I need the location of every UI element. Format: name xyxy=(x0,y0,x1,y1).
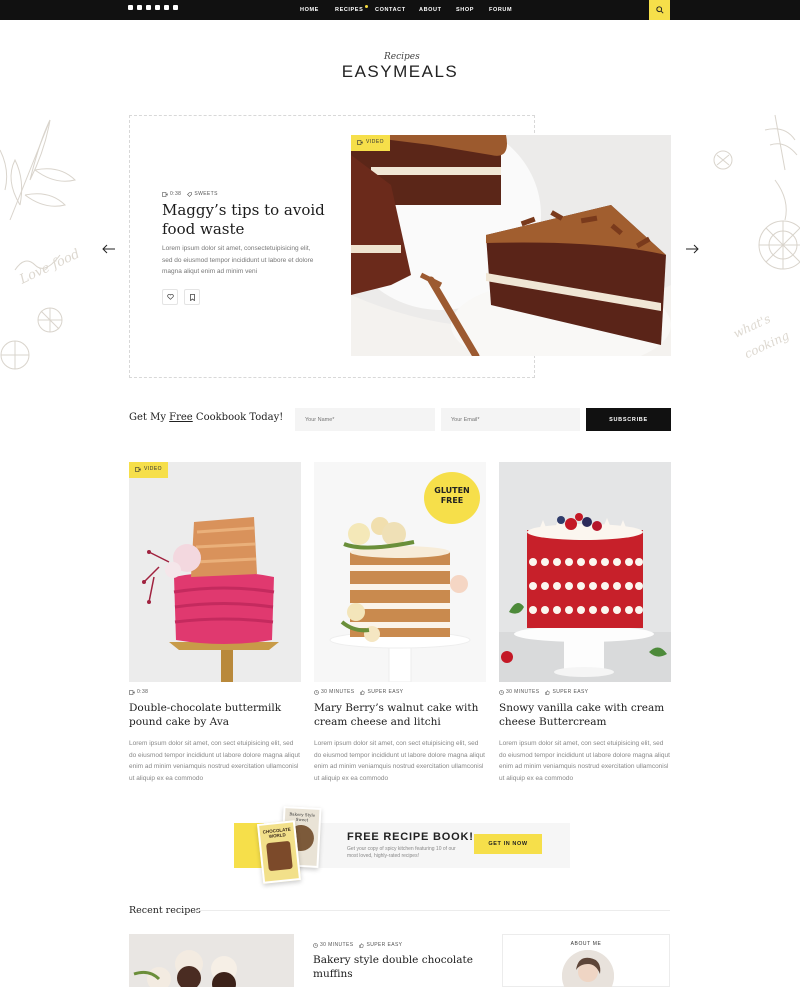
thumbs-up-icon xyxy=(360,689,366,695)
subscribe-button[interactable]: SUBSCRIBE xyxy=(586,408,671,431)
recent-recipes-heading: Recent recipes xyxy=(129,905,201,916)
email-input[interactable] xyxy=(441,408,580,431)
clock-icon xyxy=(314,689,319,695)
site-logo[interactable]: EASYMEALS xyxy=(0,62,800,82)
free-underlined: Free xyxy=(169,412,193,423)
recipe-title[interactable]: Mary Berry’s walnut cake with cream chee… xyxy=(314,701,486,729)
divider xyxy=(196,910,670,911)
video-icon xyxy=(162,191,168,197)
recipe-difficulty: SUPER EASY xyxy=(552,689,589,695)
instagram-icon[interactable] xyxy=(128,5,133,10)
arrow-right-icon[interactable] xyxy=(685,244,699,254)
pinterest-icon[interactable] xyxy=(155,5,160,10)
muffins-illustration xyxy=(129,934,294,987)
thumbs-up-icon xyxy=(359,942,365,948)
recipe-card-image[interactable]: VIDEO xyxy=(129,462,301,682)
rss-icon[interactable] xyxy=(164,5,169,10)
svg-text:Love food: Love food xyxy=(17,247,83,288)
tag-icon xyxy=(187,191,193,197)
recent-recipe-title[interactable]: Bakery style double chocolate muffins xyxy=(313,953,483,981)
nav-recipes[interactable]: RECIPES xyxy=(335,0,369,20)
about-me-widget: ABOUT ME xyxy=(502,934,670,987)
get-in-now-button[interactable]: GET IN NOW xyxy=(474,834,542,854)
recipe-meta: 30 MINUTES SUPER EASY xyxy=(314,689,486,695)
food-doodle-left-decoration: Love food xyxy=(0,119,83,370)
red-velvet-cake-illustration xyxy=(499,462,671,682)
hero-title[interactable]: Maggy’s tips to avoid food waste xyxy=(162,201,332,239)
search-icon xyxy=(655,6,664,14)
recipe-meta: 30 MINUTES SUPER EASY xyxy=(499,689,671,695)
book-cover-front: CHOCOLATE WORLD xyxy=(256,820,302,884)
thumbs-up-icon xyxy=(545,689,551,695)
recipe-meta: 0:38 xyxy=(129,689,301,695)
recent-recipe-time: 30 MINUTES xyxy=(320,942,354,948)
clock-icon xyxy=(313,942,318,948)
recipe-time: 30 MINUTES xyxy=(506,689,540,695)
hero-actions xyxy=(162,289,200,305)
nav-about[interactable]: ABOUT xyxy=(419,0,442,20)
recent-recipe-image[interactable] xyxy=(129,934,294,987)
recipe-card-image[interactable]: GLUTEN FREE xyxy=(314,462,486,682)
hero-time: 0:38 xyxy=(170,191,182,197)
recipe-time: 30 MINUTES xyxy=(321,689,355,695)
recipe-card-image[interactable] xyxy=(499,462,671,682)
recipe-title[interactable]: Snowy vanilla cake with cream cheese But… xyxy=(499,701,671,729)
gluten-free-badge: GLUTEN FREE xyxy=(424,472,480,524)
top-navigation-bar: HOME RECIPES CONTACT ABOUT SHOP FORUM xyxy=(0,0,800,20)
twitter-icon[interactable] xyxy=(137,5,142,10)
social-links xyxy=(128,5,178,10)
recipe-difficulty: SUPER EASY xyxy=(367,689,404,695)
recipe-excerpt: Lorem ipsum dolor sit amet, con sect etu… xyxy=(314,740,485,782)
newsletter-title: Get My Free Cookbook Today! xyxy=(129,412,284,423)
food-doodle-right-decoration: what's cooking xyxy=(713,114,800,361)
like-button[interactable] xyxy=(162,289,178,305)
author-photo xyxy=(562,950,614,987)
pink-cake-illustration xyxy=(129,462,301,682)
recipe-title[interactable]: Double-chocolate buttermilk pound cake b… xyxy=(129,701,301,729)
video-tag-label: VIDEO xyxy=(144,466,163,472)
video-icon xyxy=(357,139,363,145)
recipe-card[interactable]: 30 MINUTES SUPER EASY Snowy vanilla cake… xyxy=(499,462,671,784)
book-front-title: CHOCOLATE WORLD xyxy=(262,826,292,839)
arrow-left-icon[interactable] xyxy=(102,244,116,254)
avatar[interactable] xyxy=(562,950,614,987)
recent-recipe-meta: 30 MINUTES SUPER EASY xyxy=(313,942,402,948)
about-me-label: ABOUT ME xyxy=(503,932,669,950)
logo-script: Recipes xyxy=(384,52,420,62)
bookmark-icon xyxy=(189,293,195,301)
gluten-free-label: GLUTEN FREE xyxy=(434,486,470,505)
name-input[interactable] xyxy=(295,408,435,431)
clock-icon xyxy=(499,689,504,695)
recent-recipe-difficulty: SUPER EASY xyxy=(366,942,403,948)
hero-category[interactable]: SWEETS xyxy=(194,191,218,197)
hero-cake-image[interactable]: VIDEO xyxy=(351,135,671,356)
banner-title: FREE RECIPE BOOK! xyxy=(347,831,474,843)
nav-forum[interactable]: FORUM xyxy=(489,0,512,20)
video-tag-label: VIDEO xyxy=(366,139,385,145)
video-icon xyxy=(129,689,135,695)
nav-home[interactable]: HOME xyxy=(300,0,319,20)
bookmark-button[interactable] xyxy=(184,289,200,305)
recipe-card[interactable]: GLUTEN FREE 30 MINUTES SUPER EASY Mary B… xyxy=(314,462,486,784)
nav-shop[interactable]: SHOP xyxy=(456,0,474,20)
recipe-card[interactable]: VIDEO 0:38 Double-chocolate buttermilk p… xyxy=(129,462,301,784)
heart-icon xyxy=(166,294,174,300)
nav-contact[interactable]: CONTACT xyxy=(375,0,406,20)
hero-meta: 0:38 SWEETS xyxy=(162,191,218,197)
chocolate-cake-illustration xyxy=(351,135,671,356)
recipe-time: 0:38 xyxy=(137,689,149,695)
banner-subtitle: Get your copy of spicy kitchen featuring… xyxy=(347,846,456,859)
facebook-icon[interactable] xyxy=(146,5,151,10)
video-tag: VIDEO xyxy=(351,135,391,151)
youtube-icon[interactable] xyxy=(173,5,178,10)
search-button[interactable] xyxy=(649,0,670,20)
recipe-excerpt: Lorem ipsum dolor sit amet, con sect etu… xyxy=(129,740,300,782)
video-tag: VIDEO xyxy=(129,462,169,478)
recipe-excerpt: Lorem ipsum dolor sit amet, con sect etu… xyxy=(499,740,670,782)
hero-excerpt: Lorem ipsum dolor sit amet, consectetuip… xyxy=(162,245,314,275)
video-icon xyxy=(135,466,141,472)
